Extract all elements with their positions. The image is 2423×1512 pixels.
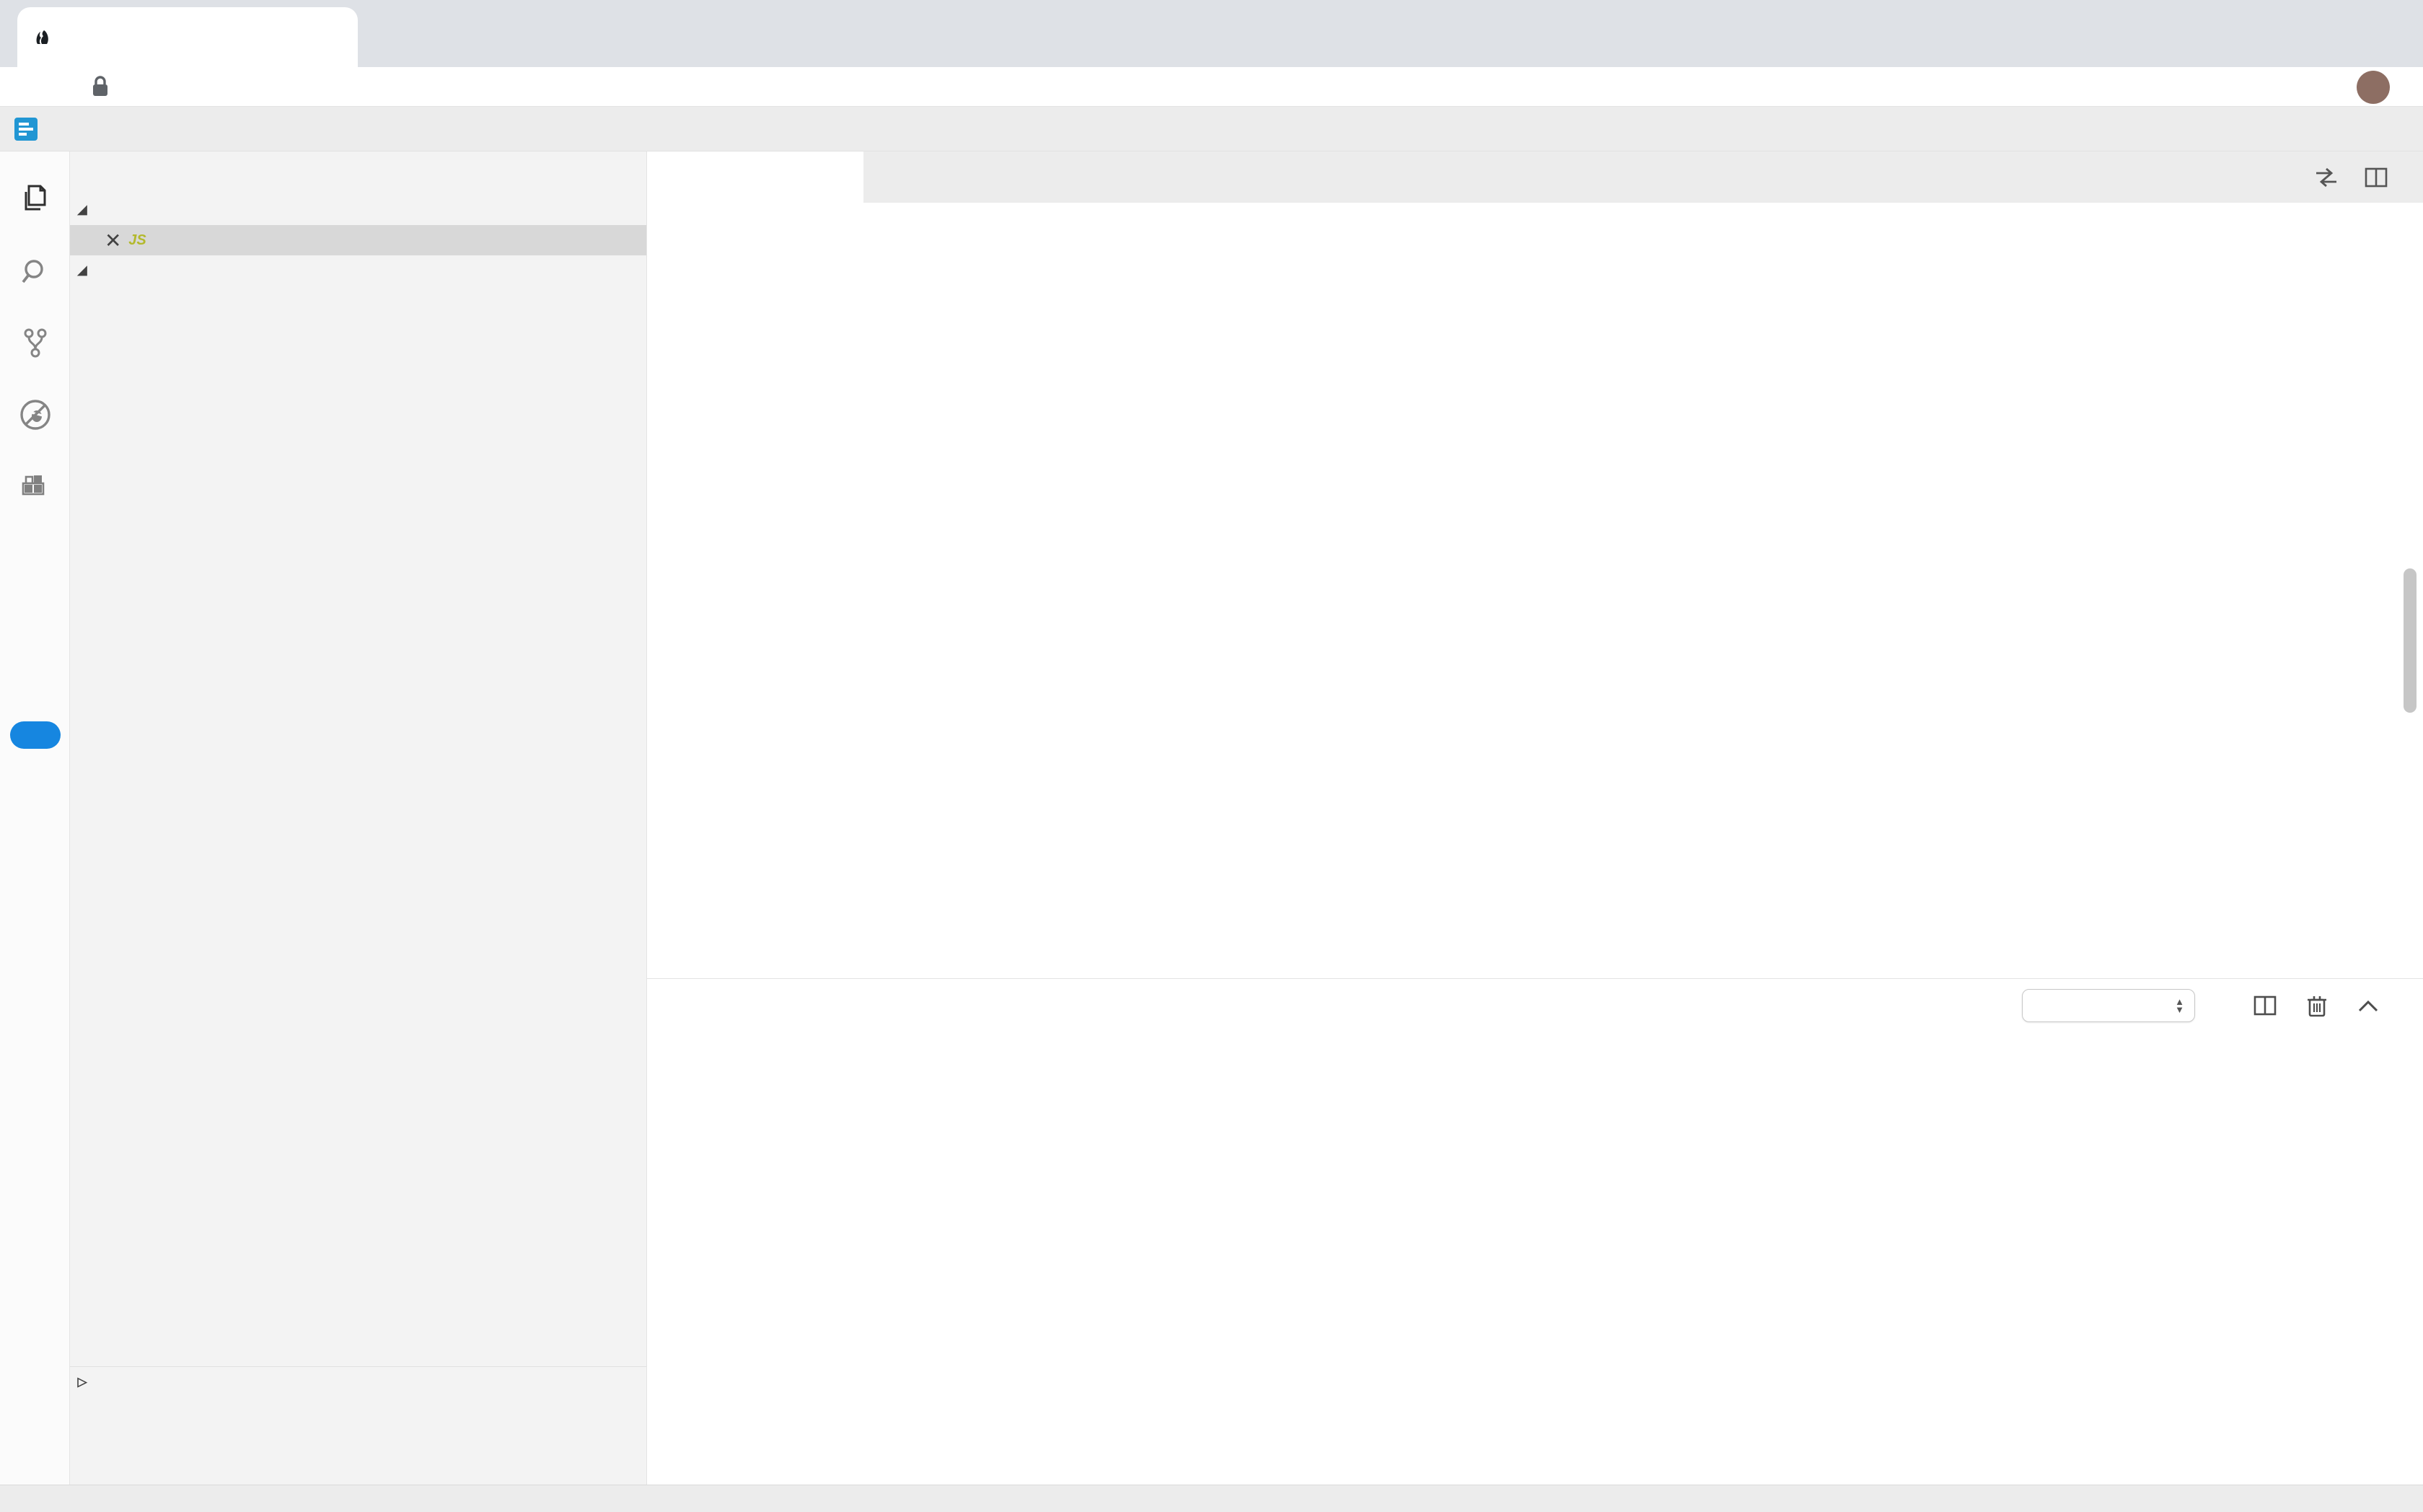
- kill-terminal-trash-icon[interactable]: [2306, 993, 2328, 1018]
- lock-icon: [91, 75, 110, 98]
- editor-area: [647, 151, 2423, 978]
- menubar: [0, 107, 2423, 151]
- open-editor-item[interactable]: ✕ JS: [70, 225, 646, 255]
- explorer-icon[interactable]: [16, 179, 55, 218]
- editor-tab[interactable]: [647, 151, 863, 203]
- workspace-header[interactable]: ◢: [70, 255, 646, 286]
- debug-disabled-icon[interactable]: [16, 395, 55, 434]
- bottom-panel: ▲▼: [647, 978, 2423, 1485]
- activity-bar: [0, 151, 70, 1485]
- status-bar: [0, 1485, 2423, 1512]
- close-icon[interactable]: ✕: [105, 229, 121, 252]
- minimap[interactable]: [2218, 192, 2406, 762]
- chevron-down-icon: ◢: [70, 263, 94, 278]
- code-area[interactable]: [647, 203, 2423, 978]
- outline-header[interactable]: ▷: [70, 1366, 646, 1397]
- scrollbar-thumb[interactable]: [2404, 568, 2417, 713]
- open-changes-icon[interactable]: [2313, 164, 2339, 190]
- open-editors-header[interactable]: ◢: [70, 195, 646, 225]
- search-icon[interactable]: [16, 252, 55, 291]
- split-terminal-icon[interactable]: [2253, 993, 2277, 1018]
- browser-toolbar: [0, 67, 2423, 107]
- panel-header: ▲▼: [647, 979, 2423, 1032]
- terminal-htop[interactable]: [647, 1041, 2423, 1485]
- site-favicon: [32, 27, 53, 48]
- browser-tab[interactable]: [17, 7, 358, 67]
- status-badge[interactable]: [10, 721, 61, 749]
- source-control-icon[interactable]: [16, 323, 55, 362]
- editor-tabbar: [647, 151, 2423, 203]
- split-editor-icon[interactable]: [2364, 165, 2388, 190]
- vscode-logo-icon: [12, 115, 40, 144]
- avatar[interactable]: [2357, 71, 2390, 104]
- app-root: ◢ ✕ JS ◢ ▷: [0, 0, 2423, 1512]
- maximize-panel-icon[interactable]: [2357, 998, 2380, 1014]
- select-arrows-icon: ▲▼: [2175, 998, 2184, 1014]
- browser-tabstrip: [0, 0, 2423, 67]
- extensions-icon[interactable]: [16, 467, 55, 506]
- chevron-down-icon: ◢: [70, 203, 94, 217]
- terminal-select[interactable]: ▲▼: [2022, 989, 2195, 1022]
- js-file-icon: JS: [121, 232, 153, 249]
- chevron-right-icon: ▷: [70, 1375, 94, 1389]
- explorer-sidebar: ◢ ✕ JS ◢ ▷: [70, 151, 647, 1485]
